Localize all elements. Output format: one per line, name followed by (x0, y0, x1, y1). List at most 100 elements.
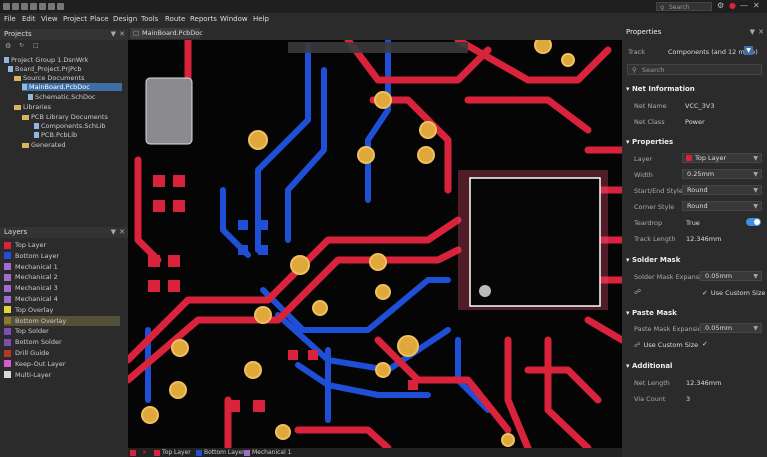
tab-mainboard-pcbdoc[interactable]: □ MainBoard.PcbDoc (130, 28, 203, 39)
menu-project[interactable]: Project (63, 15, 87, 23)
tree-label: MainBoard.PcbDoc (29, 83, 90, 91)
properties-section[interactable]: ▾ Properties (626, 138, 673, 146)
canvas-toolbar[interactable] (288, 42, 468, 53)
bottom-trace (365, 40, 391, 203)
via (275, 424, 291, 440)
minimize-icon[interactable]: — (740, 1, 748, 10)
menu-tools[interactable]: Tools (141, 15, 158, 23)
layer-color-swatch[interactable] (4, 349, 11, 357)
close-icon[interactable]: ✕ (119, 29, 125, 40)
toolbar-icon[interactable] (21, 3, 28, 10)
layer-item[interactable]: Bottom Layer (4, 251, 120, 261)
layer-item[interactable]: Drill Guide (4, 348, 120, 358)
solder-mask-custom-checkbox[interactable]: ✓ Use Custom Size (702, 289, 765, 297)
tree-item-project-group[interactable]: Project Group 1.DsnWrk (4, 56, 88, 64)
close-icon[interactable]: ✕ (758, 26, 764, 38)
tree-item-schematic[interactable]: Schematic.SchDoc (28, 93, 96, 101)
layer-item[interactable]: Mechanical 1 (4, 262, 120, 272)
layer-dropdown[interactable]: Top Layer ▼ (682, 153, 762, 163)
pin-icon[interactable]: ▼ (750, 26, 755, 38)
layer-color-swatch[interactable] (4, 327, 11, 335)
tree-item-libraries[interactable]: Libraries (14, 103, 51, 111)
menu-route[interactable]: Route (165, 15, 185, 23)
gear-icon[interactable]: ⚙ (5, 42, 11, 50)
teardrop-toggle[interactable] (746, 218, 761, 226)
filter-icon[interactable]: ▼ (744, 46, 753, 55)
layer-color-swatch[interactable] (4, 371, 11, 379)
layer-color-swatch[interactable] (4, 263, 11, 271)
tree-item-mainboard-pcbdoc[interactable]: MainBoard.PcbDoc (22, 83, 122, 91)
layer-color-swatch[interactable] (4, 317, 11, 325)
pin-icon[interactable]: ▼ (111, 227, 116, 238)
layer-item[interactable]: Mechanical 3 (4, 283, 120, 293)
layer-tab-bottom[interactable]: Bottom Layer (196, 449, 245, 456)
layer-status-swatch[interactable] (130, 449, 138, 456)
tree-item-board-project[interactable]: Board_Project.PrjPcb (8, 65, 82, 73)
layer-item[interactable]: Top Overlay (4, 305, 120, 315)
layer-item[interactable]: Multi-Layer (4, 370, 120, 380)
layer-item[interactable]: Bottom Solder (4, 337, 120, 347)
smd-pad (153, 175, 165, 187)
folder-icon[interactable]: □ (33, 42, 39, 49)
link-icon[interactable]: ☍ (634, 288, 641, 296)
net-information-section[interactable]: ▾ Net Information (626, 85, 695, 93)
layer-tab-mechanical-1[interactable]: Mechanical 1 (244, 449, 291, 456)
close-icon[interactable]: ✕ (119, 227, 125, 238)
layer-color-swatch[interactable] (4, 338, 11, 346)
smd-pad (253, 400, 265, 412)
menu-window[interactable]: Window (220, 15, 248, 23)
layer-color-swatch[interactable] (4, 284, 11, 292)
additional-section[interactable]: ▾ Additional (626, 362, 672, 370)
menu-place[interactable]: Place (90, 15, 109, 23)
menu-file[interactable]: File (4, 15, 16, 23)
layer-item[interactable]: Keep-Out Layer (4, 359, 120, 369)
layer-item[interactable]: Mechanical 2 (4, 272, 120, 282)
start-end-style-dropdown[interactable]: Round ▼ (682, 185, 762, 195)
paste-mask-expansion-field[interactable]: 0.05mm ▼ (700, 323, 762, 333)
paste-mask-custom-checkbox[interactable]: ✓ (702, 340, 708, 348)
solder-mask-expansion-field[interactable]: 0.05mm ▼ (700, 271, 762, 281)
refresh-icon[interactable]: ↻ (19, 42, 24, 49)
toolbar-icon[interactable] (39, 3, 46, 10)
layer-label: Top Layer (15, 241, 47, 249)
paste-mask-custom-label: ☍ Use Custom Size (634, 341, 699, 349)
toolbar-icon[interactable] (48, 3, 55, 10)
toolbar-icon[interactable] (57, 3, 64, 10)
width-field[interactable]: 0.25mm ▼ (682, 169, 762, 179)
layer-item[interactable]: Top Layer (4, 240, 120, 250)
layer-color-swatch[interactable] (4, 241, 11, 249)
tree-item-source-documents[interactable]: Source Documents (14, 74, 84, 82)
menu-design[interactable]: Design (113, 15, 137, 23)
notification-icon[interactable]: ● (729, 1, 736, 10)
layer-item[interactable]: Mechanical 4 (4, 294, 120, 304)
layer-color-swatch[interactable] (4, 295, 11, 303)
layer-tab-top[interactable]: Top Layer (154, 449, 191, 456)
global-search-input[interactable]: ⚲ Search (656, 2, 712, 12)
toolbar-icon[interactable] (30, 3, 37, 10)
menu-edit[interactable]: Edit (22, 15, 36, 23)
gear-icon[interactable]: ⚙ (717, 1, 724, 10)
tree-item-pcb-pcblib[interactable]: PCB.PcbLib (34, 131, 77, 139)
tree-item-generated[interactable]: Generated (22, 141, 65, 149)
layer-status-close[interactable]: ✕ (142, 449, 147, 456)
layer-color-swatch[interactable] (4, 306, 11, 314)
smd-pad (238, 245, 248, 255)
menu-help[interactable]: Help (253, 15, 269, 23)
solder-mask-section[interactable]: ▾ Solder Mask (626, 256, 680, 264)
layer-color-swatch[interactable] (4, 273, 11, 281)
tree-item-components-schlib[interactable]: Components.SchLib (34, 122, 106, 130)
corner-style-dropdown[interactable]: Round ▼ (682, 201, 762, 211)
layer-color-swatch[interactable] (4, 252, 11, 260)
layer-color-swatch[interactable] (4, 360, 11, 368)
properties-search-input[interactable]: ⚲ Search (627, 64, 762, 75)
layer-item[interactable]: Bottom Overlay (4, 315, 120, 326)
toolbar-icon[interactable] (12, 3, 19, 10)
layer-item[interactable]: Top Solder (4, 326, 120, 336)
pcb-canvas[interactable] (128, 40, 622, 448)
pin-icon[interactable]: ▼ (111, 29, 116, 40)
paste-mask-section[interactable]: ▾ Paste Mask (626, 309, 677, 317)
close-icon[interactable]: ✕ (753, 1, 760, 10)
tree-item-pcb-library-documents[interactable]: PCB Library Documents (22, 113, 108, 121)
menu-view[interactable]: View (41, 15, 58, 23)
menu-reports[interactable]: Reports (190, 15, 217, 23)
